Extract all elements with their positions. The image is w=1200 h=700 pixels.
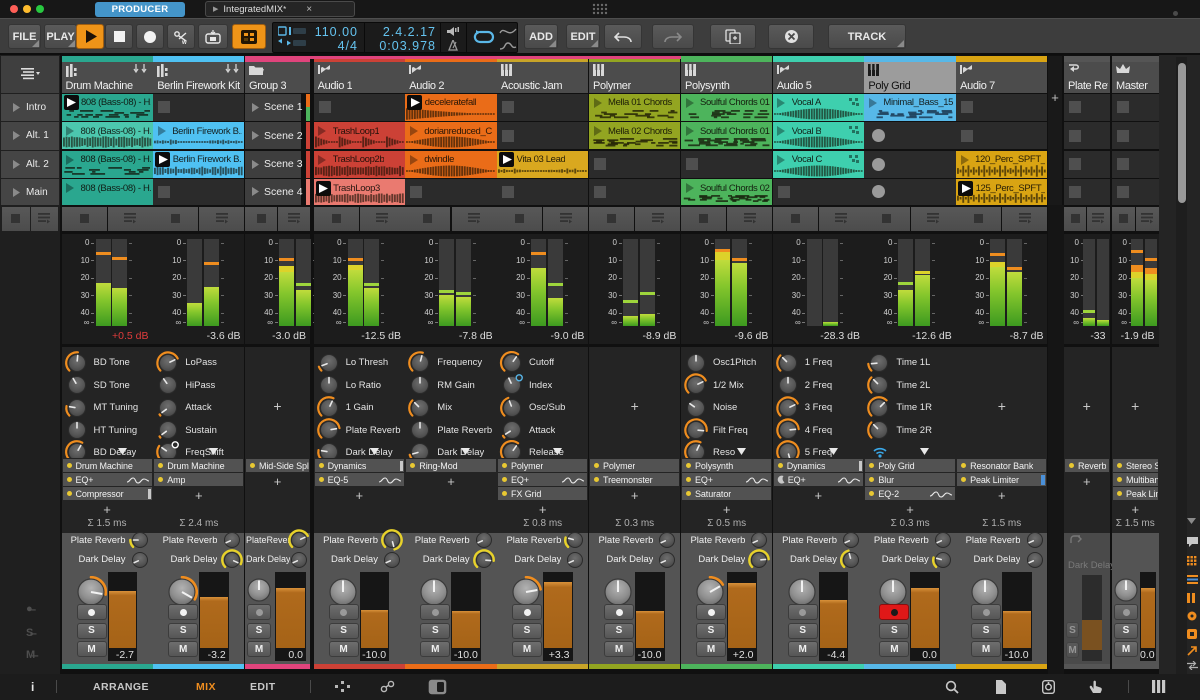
svg-text:w: w — [181, 40, 187, 44]
